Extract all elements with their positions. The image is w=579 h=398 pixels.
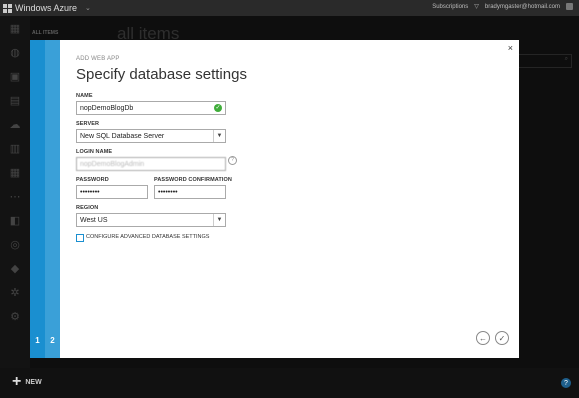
step-2-indicator[interactable]: 2 <box>45 336 60 345</box>
windows-logo-icon <box>3 3 12 13</box>
new-button-label: NEW <box>25 378 42 386</box>
name-field-value: nopDemoBlogDb <box>80 105 134 112</box>
name-field[interactable]: nopDemoBlogDb ✓ <box>76 101 226 115</box>
server-select[interactable]: New SQL Database Server ▼ <box>76 129 226 143</box>
top-bar: Windows Azure ⌄ Subscriptions ▽ bradymga… <box>0 0 579 16</box>
close-icon[interactable]: × <box>508 43 513 53</box>
plus-icon: + <box>12 373 22 390</box>
add-web-app-wizard: 1 2 × ADD WEB APP Specify database setti… <box>30 40 519 358</box>
password-confirmation-field[interactable]: •••••••• <box>154 185 226 199</box>
bottom-bar: + NEW ? <box>0 368 579 398</box>
advanced-settings-label[interactable]: CONFIGURE ADVANCED DATABASE SETTINGS <box>86 234 209 240</box>
chevron-down-icon: ▼ <box>213 130 225 142</box>
subscriptions-link[interactable]: Subscriptions <box>432 4 468 10</box>
chevron-down-icon[interactable]: ⌄ <box>85 4 91 12</box>
app-brand[interactable]: Windows Azure ⌄ <box>3 2 91 14</box>
user-email[interactable]: bradymgaster@hotmail.com <box>485 4 560 10</box>
name-label: NAME <box>76 93 93 99</box>
password-value: •••••••• <box>80 189 100 196</box>
account-area: Subscriptions ▽ bradymgaster@hotmail.com <box>432 3 573 10</box>
avatar[interactable] <box>566 3 573 10</box>
back-arrow-icon[interactable]: ← <box>476 331 490 345</box>
help-question-icon[interactable]: ? <box>228 156 237 165</box>
app-title: Windows Azure <box>15 3 78 13</box>
chevron-down-icon: ▼ <box>213 214 225 226</box>
region-select-value: West US <box>80 217 108 224</box>
login-name-label: LOGIN NAME <box>76 149 113 155</box>
server-select-value: New SQL Database Server <box>80 133 165 140</box>
wizard-subtitle: ADD WEB APP <box>76 56 120 62</box>
password-confirmation-value: •••••••• <box>158 189 178 196</box>
advanced-settings-checkbox[interactable] <box>76 234 84 242</box>
password-label: PASSWORD <box>76 177 109 183</box>
help-button[interactable]: ? <box>561 378 571 388</box>
step-strip-highlight <box>45 40 60 358</box>
valid-check-icon: ✓ <box>214 104 222 112</box>
filter-icon[interactable]: ▽ <box>474 3 479 10</box>
region-select[interactable]: West US ▼ <box>76 213 226 227</box>
login-name-value: nopDemoBlogAdmin <box>80 161 145 168</box>
server-label: SERVER <box>76 121 100 127</box>
new-button[interactable]: + NEW <box>12 373 42 390</box>
wizard-step-strip: 1 2 <box>30 40 60 358</box>
password-confirmation-label: PASSWORD CONFIRMATION <box>154 177 232 183</box>
password-field[interactable]: •••••••• <box>76 185 148 199</box>
login-name-field[interactable]: nopDemoBlogAdmin <box>76 157 226 171</box>
complete-check-icon[interactable]: ✓ <box>495 331 509 345</box>
wizard-title: Specify database settings <box>76 66 247 83</box>
step-1-indicator[interactable]: 1 <box>30 336 45 345</box>
region-label: REGION <box>76 205 99 211</box>
